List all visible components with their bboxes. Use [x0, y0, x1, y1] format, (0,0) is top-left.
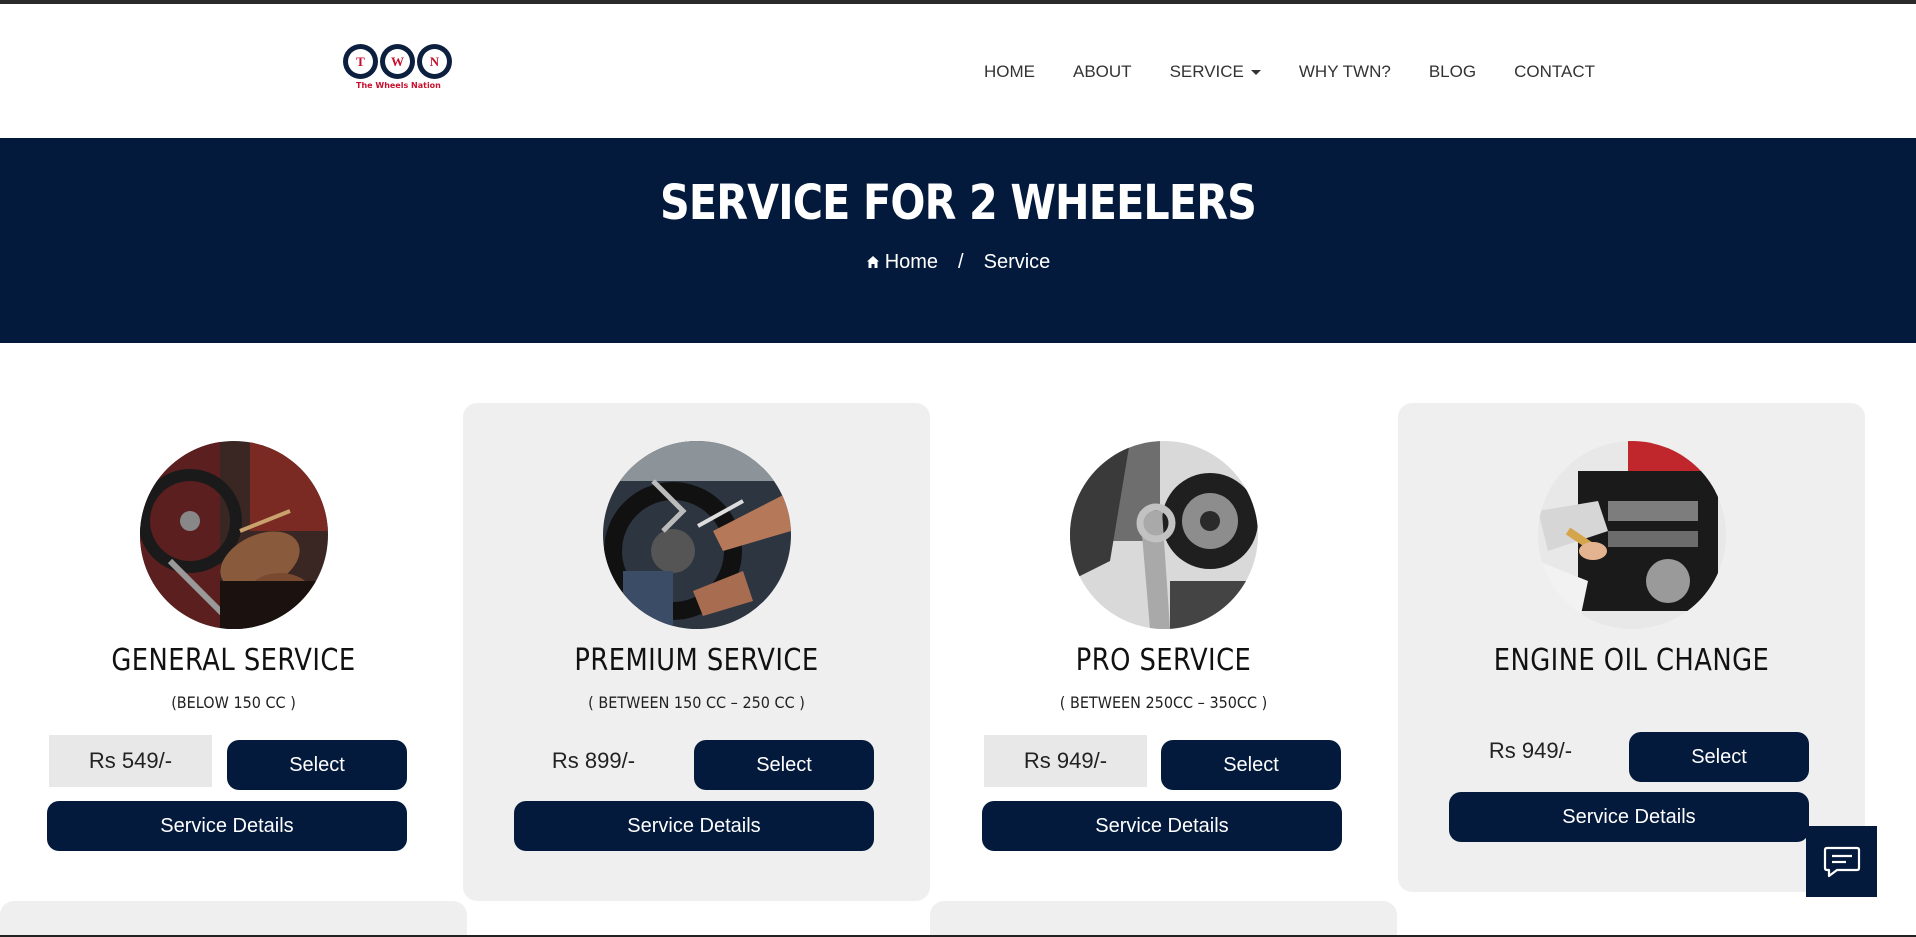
home-icon: [866, 255, 879, 268]
service-cc-range: ( BETWEEN 250CC – 350CC ): [1059, 693, 1268, 712]
chat-widget-button[interactable]: [1806, 826, 1877, 897]
logo-wheel: W: [380, 44, 415, 79]
breadcrumb: Home / Service: [0, 251, 1916, 274]
logo-wheel: T: [343, 44, 378, 79]
nav-why-twn[interactable]: WHY TWN?: [1299, 62, 1391, 82]
logo-tagline: The Wheels Nation: [356, 81, 441, 90]
select-button[interactable]: Select: [227, 740, 407, 790]
service-photo: [139, 441, 328, 629]
select-button[interactable]: Select: [694, 740, 874, 790]
service-card-general: GENERAL SERVICE (BELOW 150 CC ) Rs 549/-…: [0, 403, 467, 901]
chat-icon: [1823, 846, 1860, 877]
logo-wheel: N: [417, 44, 452, 79]
nav-home[interactable]: HOME: [984, 62, 1035, 82]
logo-letter: W: [385, 49, 410, 74]
main-nav: HOME ABOUT SERVICE WHY TWN? BLOG CONTACT: [984, 62, 1633, 82]
nav-contact[interactable]: CONTACT: [1514, 62, 1595, 82]
page-title: SERVICE FOR 2 WHEELERS: [659, 175, 1257, 231]
logo-letter: T: [348, 49, 373, 74]
service-photo: [602, 441, 791, 629]
breadcrumb-current: Service: [983, 251, 1051, 273]
service-cc-range: ( BETWEEN 150 CC – 250 CC ): [588, 693, 805, 712]
service-details-button[interactable]: Service Details: [1449, 792, 1809, 842]
service-details-button[interactable]: Service Details: [47, 801, 407, 851]
service-cc-range: (BELOW 150 CC ): [171, 693, 296, 712]
nav-about[interactable]: ABOUT: [1073, 62, 1132, 82]
logo-wheels: T W N: [343, 44, 453, 79]
nav-service[interactable]: SERVICE: [1170, 62, 1261, 82]
service-price: Rs 949/-: [984, 735, 1147, 787]
service-price: Rs 899/-: [551, 748, 636, 773]
service-photo: [1069, 441, 1258, 629]
nav-service-label: SERVICE: [1169, 62, 1244, 81]
caret-down-icon: [1250, 69, 1261, 75]
service-photo: [1537, 441, 1726, 629]
page-banner: SERVICE FOR 2 WHEELERS Home / Service: [0, 138, 1916, 343]
breadcrumb-home[interactable]: Home: [885, 251, 938, 274]
service-price: Rs 549/-: [49, 735, 212, 787]
service-card-next: [0, 901, 467, 937]
service-details-button[interactable]: Service Details: [982, 801, 1342, 851]
service-title: ENGINE OIL CHANGE: [1493, 643, 1770, 678]
service-title: PRO SERVICE: [1075, 643, 1252, 678]
service-card-oil-change: ENGINE OIL CHANGE Rs 949/- Select Servic…: [1398, 403, 1865, 892]
breadcrumb-separator: /: [958, 251, 964, 273]
site-header: T W N The Wheels Nation HOME ABOUT SERVI…: [0, 4, 1916, 138]
service-title: PREMIUM SERVICE: [574, 643, 819, 678]
service-card-next: [930, 901, 1397, 937]
nav-blog[interactable]: BLOG: [1429, 62, 1476, 82]
service-card-premium: PREMIUM SERVICE ( BETWEEN 150 CC – 250 C…: [463, 403, 930, 901]
service-card-pro: PRO SERVICE ( BETWEEN 250CC – 350CC ) Rs…: [930, 403, 1397, 901]
service-title: GENERAL SERVICE: [111, 643, 356, 678]
site-logo[interactable]: T W N The Wheels Nation: [343, 44, 453, 104]
logo-letter: N: [422, 49, 447, 74]
service-details-button[interactable]: Service Details: [514, 801, 874, 851]
select-button[interactable]: Select: [1629, 732, 1809, 782]
service-price: Rs 949/-: [1488, 738, 1573, 763]
select-button[interactable]: Select: [1161, 740, 1341, 790]
